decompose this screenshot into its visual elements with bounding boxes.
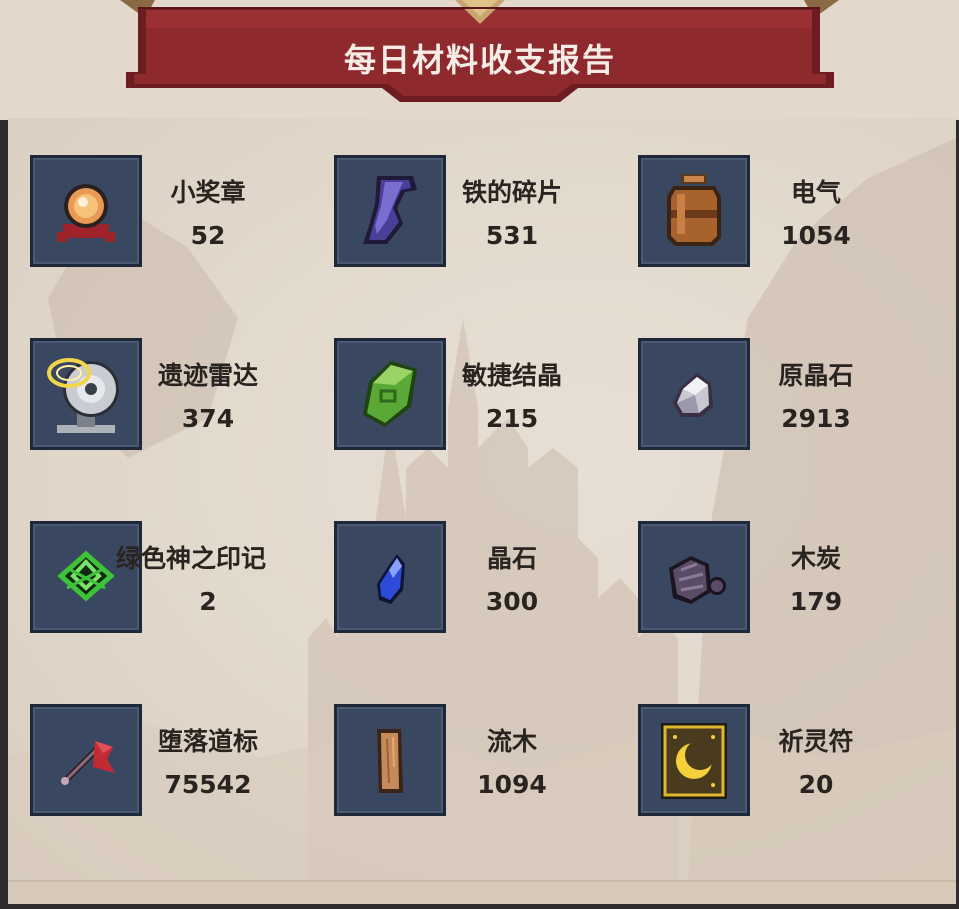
- item-slot[interactable]: [30, 155, 142, 267]
- material-item[interactable]: 铁的碎片 531: [334, 155, 634, 267]
- item-count: 179: [789, 587, 843, 616]
- charcoal-icon: [669, 556, 726, 604]
- item-count: 300: [485, 587, 539, 616]
- item-count: 374: [181, 404, 235, 433]
- window-frame: 每日材料收支报告 小奖章 52 铁的碎片 531 电气 1054 遗迹雷达 37…: [0, 0, 959, 909]
- material-item[interactable]: 敏捷结晶 215: [334, 338, 634, 450]
- item-name: 小奖章: [170, 178, 246, 207]
- item-slot[interactable]: [638, 704, 750, 816]
- material-item[interactable]: 绿色神之印记 2: [30, 521, 330, 633]
- item-slot[interactable]: [334, 521, 446, 633]
- material-grid: 小奖章 52 铁的碎片 531 电气 1054 遗迹雷达 374 敏捷结晶 21…: [30, 155, 950, 816]
- item-slot[interactable]: [30, 704, 142, 816]
- material-item[interactable]: 遗迹雷达 374: [30, 338, 330, 450]
- item-slot[interactable]: [638, 338, 750, 450]
- item-name: 堕落道标: [157, 727, 258, 756]
- item-name: 流木: [486, 727, 537, 756]
- page-title: 每日材料收支报告: [343, 41, 616, 79]
- item-count: 52: [190, 221, 226, 250]
- panel-bottom-edge: [8, 880, 956, 904]
- material-item[interactable]: 电气 1054: [638, 155, 938, 267]
- medal-icon: [57, 184, 115, 242]
- material-item[interactable]: 堕落道标 75542: [30, 704, 330, 816]
- item-name: 电气: [790, 178, 841, 207]
- material-item[interactable]: 原晶石 2913: [638, 338, 938, 450]
- green-crystal-icon: [363, 361, 417, 427]
- item-slot[interactable]: [638, 521, 750, 633]
- raw-crystal-icon: [673, 373, 713, 417]
- item-name: 绿色神之印记: [116, 544, 267, 573]
- item-slot[interactable]: [334, 338, 446, 450]
- item-count: 1054: [781, 221, 851, 250]
- item-name: 木炭: [790, 544, 841, 573]
- material-item[interactable]: 木炭 179: [638, 521, 938, 633]
- item-count: 75542: [164, 770, 252, 799]
- item-slot[interactable]: [30, 521, 142, 633]
- prayer-card-icon: [661, 723, 727, 799]
- item-count: 531: [485, 221, 539, 250]
- item-name: 原晶石: [778, 361, 854, 390]
- driftwood-icon: [377, 729, 403, 793]
- item-slot[interactable]: [30, 338, 142, 450]
- material-item[interactable]: 晶石 300: [334, 521, 634, 633]
- item-count: 2913: [781, 404, 851, 433]
- iron-shard-icon: [363, 176, 417, 244]
- item-slot[interactable]: [334, 704, 446, 816]
- material-item[interactable]: 祈灵符 20: [638, 704, 938, 816]
- material-item[interactable]: 小奖章 52: [30, 155, 330, 267]
- material-item[interactable]: 流木 1094: [334, 704, 634, 816]
- blue-crystal-icon: [377, 554, 405, 604]
- item-name: 铁的碎片: [461, 178, 562, 207]
- fallen-flag-icon: [61, 741, 115, 785]
- item-count: 2: [199, 587, 217, 616]
- item-name: 敏捷结晶: [461, 361, 562, 390]
- item-count: 20: [798, 770, 834, 799]
- item-count: 1094: [477, 770, 547, 799]
- item-name: 祈灵符: [778, 727, 854, 756]
- item-slot[interactable]: [638, 155, 750, 267]
- radar-dish-icon: [47, 358, 119, 433]
- item-name: 晶石: [486, 544, 537, 573]
- battery-jar-icon: [667, 174, 721, 246]
- item-count: 215: [485, 404, 539, 433]
- item-name: 遗迹雷达: [157, 361, 258, 390]
- item-slot[interactable]: [334, 155, 446, 267]
